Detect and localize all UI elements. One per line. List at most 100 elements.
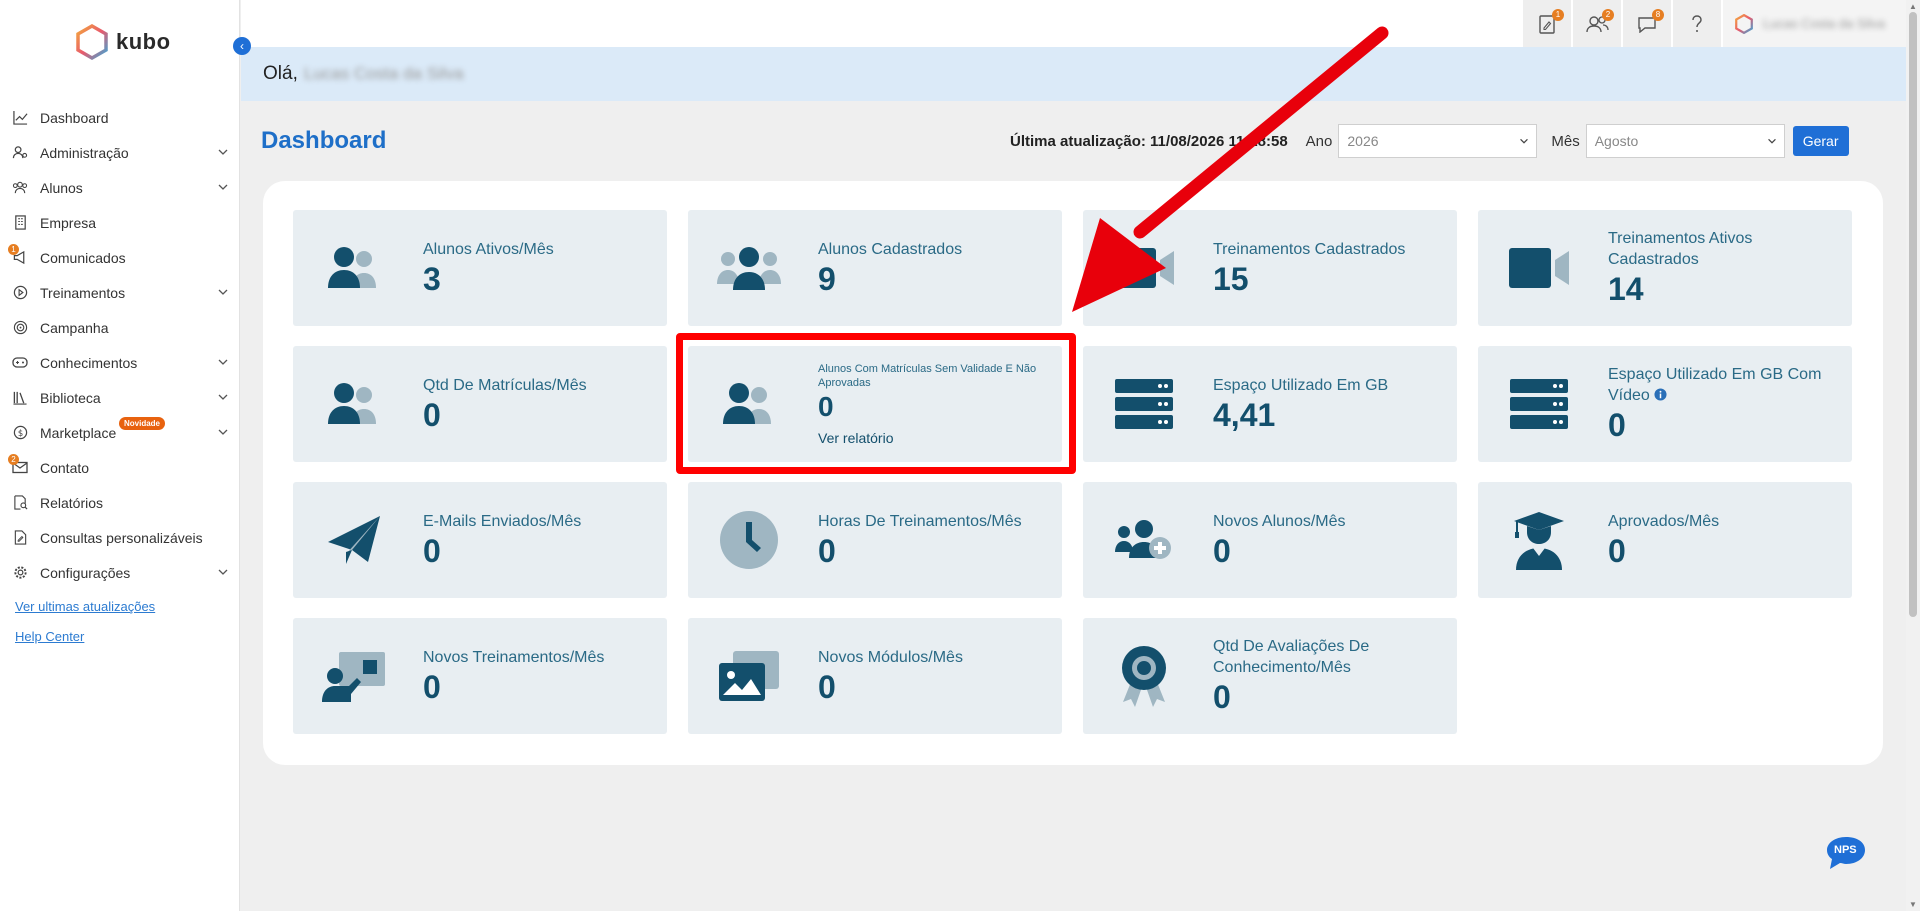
sidebar-item-label: Consultas personalizáveis [40, 529, 203, 546]
sidebar-item-label: Conhecimentos [40, 354, 138, 371]
card-alunos-cadastrados[interactable]: Alunos Cadastrados 9 [688, 210, 1062, 326]
scrollbar[interactable]: ▲ ▼ [1906, 0, 1920, 911]
year-select[interactable]: 2026 [1338, 124, 1538, 158]
sidebar-item-comunicados[interactable]: 1 Comunicados [0, 240, 240, 275]
filters-bar: Última atualização: 11/08/2026 11:18:58 … [1010, 124, 1849, 158]
card-value: 14 [1608, 271, 1644, 307]
sidebar-item-conhecimentos[interactable]: Conhecimentos [0, 345, 240, 380]
nps-button[interactable]: NPS [1826, 836, 1866, 870]
chevron-down-icon[interactable] [216, 285, 230, 299]
chat-button[interactable]: 8 [1621, 0, 1671, 47]
notification-badge: 2 [1602, 9, 1614, 21]
year-label: Ano [1305, 132, 1333, 150]
chevron-down-icon[interactable] [216, 145, 230, 159]
card-qtd-matriculas[interactable]: Qtd De Matrículas/Mês 0 [293, 346, 667, 462]
card-label: Qtd De Avaliações De Conhecimento/Mês [1213, 638, 1370, 676]
card-value: 0 [1213, 679, 1231, 715]
hexagon-logo-icon [1735, 13, 1753, 34]
card-label: Novos Alunos/Mês [1213, 512, 1346, 530]
notification-badge: 8 [1652, 9, 1664, 21]
updates-link[interactable]: Ver ultimas atualizações [15, 599, 155, 614]
chevron-down-icon[interactable] [216, 180, 230, 194]
card-label: Qtd De Matrículas/Mês [423, 376, 587, 394]
card-value: 0 [818, 668, 836, 705]
sidebar-item-label: Biblioteca [40, 389, 101, 406]
sidebar-item-biblioteca[interactable]: Biblioteca [0, 380, 240, 415]
sidebar-item-treinamentos[interactable]: Treinamentos [0, 275, 240, 310]
sidebar-item-empresa[interactable]: Empresa [0, 205, 240, 240]
sidebar-item-configuracoes[interactable]: Configurações [0, 555, 240, 590]
sidebar-item-label: Administração [40, 144, 129, 161]
sidebar-item-contato[interactable]: 2 Contato [0, 450, 240, 485]
nps-label: NPS [1834, 844, 1857, 856]
card-novos-alunos[interactable]: Novos Alunos/Mês 0 [1083, 482, 1457, 598]
chevron-down-icon[interactable] [216, 390, 230, 404]
card-value: 9 [818, 260, 836, 297]
students-icon [12, 180, 28, 196]
users-button[interactable]: 2 [1571, 0, 1621, 47]
help-button[interactable] [1671, 0, 1721, 47]
year-value: 2026 [1347, 133, 1379, 149]
logo[interactable]: kubo [76, 24, 171, 60]
greeting-prefix: Olá, [263, 63, 298, 84]
card-treinamentos-cadastrados[interactable]: Treinamentos Cadastrados 15 [1083, 210, 1457, 326]
sidebar-item-alunos[interactable]: Alunos [0, 170, 240, 205]
sidebar-item-label: Treinamentos [40, 284, 126, 301]
users-icon [319, 369, 389, 439]
video-camera-icon [1504, 233, 1574, 303]
card-horas-treinamentos[interactable]: Horas De Treinamentos/Mês 0 [688, 482, 1062, 598]
target-icon [12, 320, 28, 336]
sidebar-item-dashboard[interactable]: Dashboard [0, 100, 240, 135]
chevron-down-icon [1520, 138, 1529, 144]
document-edit-icon [12, 530, 28, 546]
users-gear-icon [12, 145, 28, 161]
generate-button[interactable]: Gerar [1792, 126, 1849, 156]
sidebar-item-label: Marketplace [40, 424, 117, 441]
sidebar-item-relatorios[interactable]: Relatórios [0, 485, 240, 520]
sidebar-item-label: Contato [40, 459, 90, 476]
card-aprovados[interactable]: Aprovados/Mês 0 [1478, 482, 1852, 598]
sidebar-item-campanha[interactable]: Campanha [0, 310, 240, 345]
info-icon[interactable] [1654, 388, 1667, 401]
sidebar-item-marketplace[interactable]: $ Marketplace Novidade [0, 415, 240, 450]
card-label: Horas De Treinamentos/Mês [818, 512, 1022, 530]
play-circle-icon [12, 285, 28, 301]
scroll-up-icon[interactable]: ▲ [1909, 2, 1917, 11]
card-label: Novos Módulos/Mês [818, 648, 963, 666]
card-novos-treinamentos[interactable]: Novos Treinamentos/Mês 0 [293, 618, 667, 734]
card-value: 0 [423, 396, 441, 433]
month-select[interactable]: Agosto [1585, 124, 1785, 158]
chevron-down-icon[interactable] [216, 425, 230, 439]
sidebar-item-label: Configurações [40, 564, 131, 581]
sidebar-item-label: Empresa [40, 214, 97, 231]
svg-text:$: $ [17, 428, 22, 438]
gamepad-icon [12, 355, 28, 371]
award-icon [1109, 641, 1179, 711]
greeting-bar: Olá, Lucas Costa da Silva [241, 47, 1906, 101]
sidebar-item-label: Dashboard [40, 109, 109, 126]
card-alunos-ativos[interactable]: Alunos Ativos/Mês 3 [293, 210, 667, 326]
server-icon [1504, 369, 1574, 439]
scroll-down-icon[interactable]: ▼ [1909, 900, 1917, 909]
tasks-button[interactable]: 1 [1521, 0, 1571, 47]
card-avaliacoes-conhecimento[interactable]: Qtd De Avaliações De Conhecimento/Mês 0 [1083, 618, 1457, 734]
topbar: 1 2 8 Lucas Costa da Silva [241, 0, 1906, 47]
scrollbar-thumb[interactable] [1909, 12, 1917, 617]
card-value: 0 [423, 532, 441, 569]
user-menu[interactable]: Lucas Costa da Silva [1721, 0, 1906, 47]
card-emails-enviados[interactable]: E-Mails Enviados/Mês 0 [293, 482, 667, 598]
sidebar-item-administracao[interactable]: Administração [0, 135, 240, 170]
card-espaco-gb-video[interactable]: Espaço Utilizado Em GB Com Vídeo 0 [1478, 346, 1852, 462]
card-espaco-gb[interactable]: Espaço Utilizado Em GB 4,41 [1083, 346, 1457, 462]
card-novos-modulos[interactable]: Novos Módulos/Mês 0 [688, 618, 1062, 734]
sidebar-item-consultas[interactable]: Consultas personalizáveis [0, 520, 240, 555]
month-label: Mês [1551, 132, 1580, 150]
collapse-sidebar-button[interactable]: ‹ [233, 37, 251, 55]
chevron-down-icon[interactable] [216, 565, 230, 579]
card-treinamentos-ativos[interactable]: Treinamentos Ativos Cadastrados 14 [1478, 210, 1852, 326]
images-icon [714, 641, 784, 711]
chevron-down-icon[interactable] [216, 355, 230, 369]
help-center-link[interactable]: Help Center [15, 629, 84, 644]
last-update-label: Última atualização: 11/08/2026 11:18:58 [1010, 132, 1288, 150]
graduate-icon [1504, 505, 1574, 575]
